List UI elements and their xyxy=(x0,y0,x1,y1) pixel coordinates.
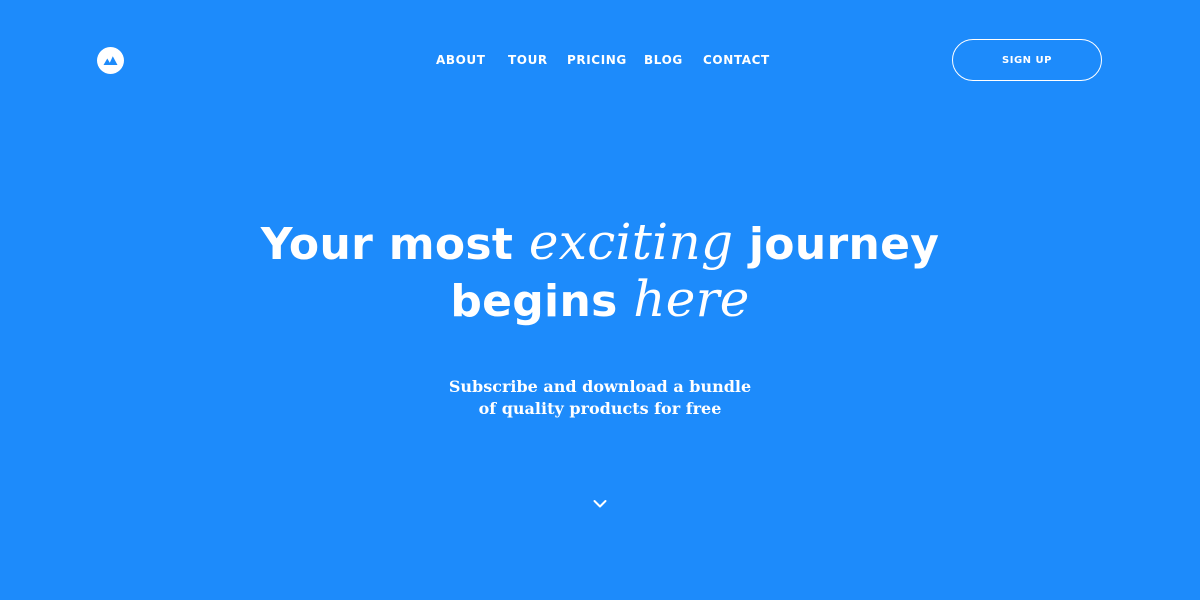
hero-heading-italic: exciting xyxy=(528,213,734,271)
hero-heading-text: journey xyxy=(733,219,940,270)
sign-up-button[interactable]: SIGN UP xyxy=(952,39,1102,81)
nav-link-contact[interactable]: CONTACT xyxy=(703,52,770,68)
chevron-down-icon[interactable] xyxy=(590,494,610,514)
nav-link-pricing[interactable]: PRICING xyxy=(567,52,627,68)
hero-subtitle-line: of quality products for free xyxy=(478,399,722,418)
nav-link-about[interactable]: ABOUT xyxy=(436,52,486,68)
hero-subtitle-line: Subscribe and download a bundle xyxy=(448,377,752,396)
hero-heading-italic: here xyxy=(633,270,750,328)
hero-subtitle: Subscribe and download a bundle of quali… xyxy=(0,376,1200,420)
nav-link-tour[interactable]: TOUR xyxy=(508,52,548,68)
hero-heading-text: Your most xyxy=(260,219,529,270)
hero-heading-text: begins xyxy=(450,276,634,327)
hero-heading: Your most exciting journey begins here xyxy=(0,215,1200,329)
nav-link-blog[interactable]: BLOG xyxy=(644,52,683,68)
